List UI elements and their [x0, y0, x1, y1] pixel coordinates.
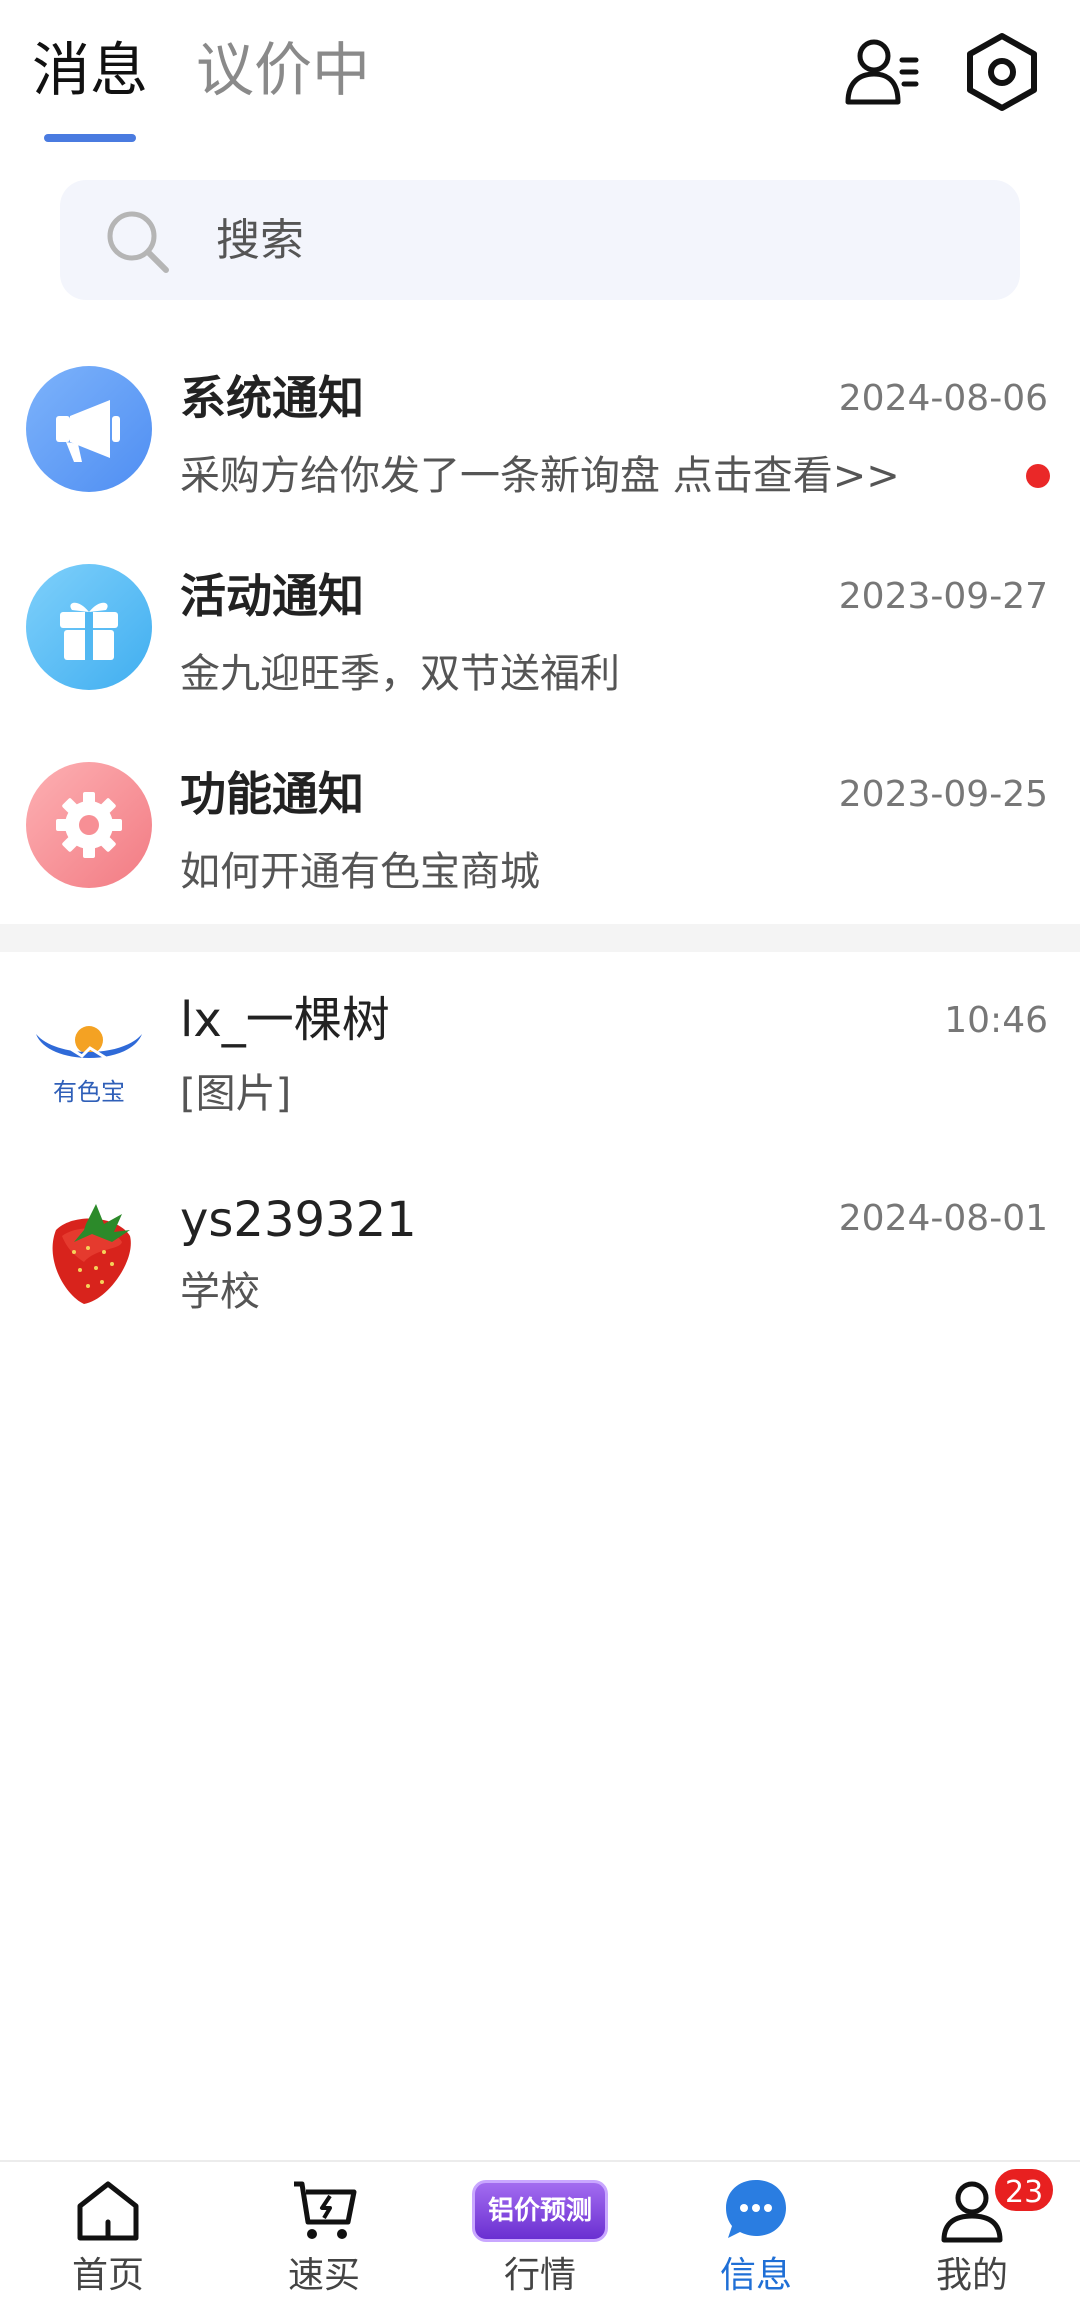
notification-date: 2023-09-27 [838, 576, 1048, 617]
header: 消息 议价中 [0, 0, 1080, 160]
active-tab-indicator [44, 134, 136, 142]
chat-bubble-icon [722, 2176, 790, 2244]
tab-messages[interactable]: 消息 [32, 30, 148, 110]
nav-label: 行情 [503, 2255, 576, 2296]
nav-label: 信息 [719, 2255, 792, 2296]
notification-item-feature[interactable]: 功能通知 2023-09-25 如何开通有色宝商城 [0, 726, 1080, 924]
settings-icon[interactable] [960, 30, 1044, 114]
tab-negotiating[interactable]: 议价中 [196, 30, 370, 110]
chat-name: ys239321 [180, 1192, 417, 1248]
nav-quick-buy[interactable]: 速买 [216, 2162, 432, 2304]
svg-text:有色宝: 有色宝 [53, 1078, 125, 1106]
youse-bao-logo: 有色宝 [26, 994, 152, 1120]
section-divider [0, 924, 1080, 952]
nav-me[interactable]: 23 我的 [864, 2162, 1080, 2304]
nav-market[interactable]: 铝价预测 行情 [432, 2162, 648, 2304]
strawberry-avatar [26, 1190, 152, 1316]
search-bar[interactable]: 搜索 [60, 180, 1020, 300]
notification-preview: 采购方给你发了一条新询盘 点击查看>> [180, 453, 900, 499]
megaphone-icon [26, 366, 152, 492]
notification-date: 2024-08-06 [838, 378, 1048, 419]
nav-label: 我的 [935, 2255, 1008, 2296]
notification-title: 系统通知 [180, 371, 364, 425]
contacts-icon[interactable] [840, 30, 924, 114]
chat-name: lx_一棵树 [180, 992, 390, 1048]
chat-preview: [图片] [180, 1071, 292, 1117]
gift-icon [26, 564, 152, 690]
notification-preview: 如何开通有色宝商城 [180, 849, 540, 895]
nav-home[interactable]: 首页 [0, 2162, 216, 2304]
notification-item-system[interactable]: 系统通知 2024-08-06 采购方给你发了一条新询盘 点击查看>> [0, 330, 1080, 528]
nav-messages[interactable]: 信息 [648, 2162, 864, 2304]
unread-dot [1026, 464, 1050, 488]
chat-preview: 学校 [180, 1269, 260, 1315]
chat-item[interactable]: 有色宝 lx_一棵树 10:46 [图片] [0, 952, 1080, 1150]
bottom-nav: 首页 速买 铝价预测 行情 信息 23 我的 [0, 2160, 1080, 2304]
nav-label: 速买 [287, 2255, 360, 2296]
search-icon [104, 208, 172, 276]
chat-item[interactable]: ys239321 2024-08-01 学校 [0, 1150, 1080, 1348]
notification-item-activity[interactable]: 活动通知 2023-09-27 金九迎旺季，双节送福利 [0, 528, 1080, 726]
chat-time: 2024-08-01 [838, 1198, 1048, 1239]
notification-title: 功能通知 [180, 767, 364, 821]
gear-icon [26, 762, 152, 888]
notification-preview: 金九迎旺季，双节送福利 [180, 651, 620, 697]
notification-date: 2023-09-25 [838, 774, 1048, 815]
notification-title: 活动通知 [180, 569, 364, 623]
price-forecast-badge: 铝价预测 [472, 2180, 608, 2242]
home-icon [74, 2176, 142, 2244]
unread-count-badge: 23 [992, 2166, 1057, 2214]
nav-label: 首页 [71, 2255, 144, 2296]
search-placeholder: 搜索 [216, 215, 304, 266]
chat-time: 10:46 [944, 1000, 1048, 1041]
quick-buy-cart-icon [290, 2176, 358, 2244]
